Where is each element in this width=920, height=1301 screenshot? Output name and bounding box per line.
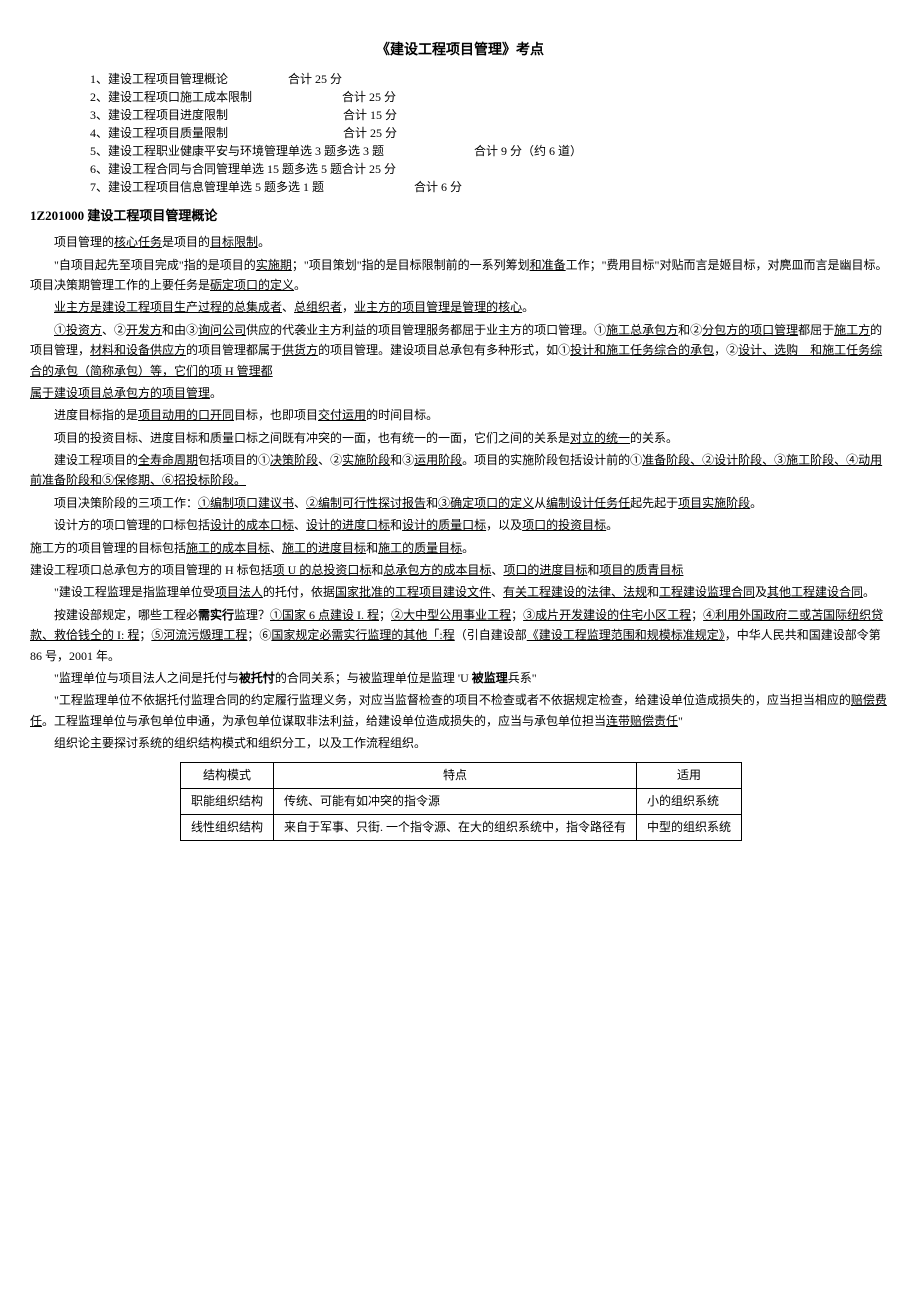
paragraph: 按建设部规定，哪些工程必需实行监理？①国家 6 点建设 I. 程；②大中型公用事… [30, 605, 890, 666]
toc-item: 4、建设工程项目质量限制合计 25 分 [90, 124, 890, 142]
table-cell: 线性组织结构 [181, 814, 274, 840]
table-header: 结构模式 [181, 762, 274, 788]
table-header: 适用 [637, 762, 742, 788]
table-header-row: 结构模式 特点 适用 [181, 762, 742, 788]
table-cell: 小的组织系统 [637, 788, 742, 814]
paragraph: "监理单位与项目法人之间是托付与被托忖的合同关系；与被监理单位是监理 'U 被监… [30, 668, 890, 688]
table-row: 职能组织结构 传统、可能有如冲突的指令源 小的组织系统 [181, 788, 742, 814]
table-cell: 传统、可能有如冲突的指令源 [274, 788, 637, 814]
paragraph: "建设工程监理是指监理单位受项目法人的托付，依据国家批准的工程项目建设文件、有关… [30, 582, 890, 602]
paragraph: 组织论主要探讨系统的组织结构模式和组织分工，以及工作流程组织。 [30, 733, 890, 753]
toc-item: 6、建设工程合同与合同管理单选 15 题多选 5 题合计 25 分 [90, 160, 890, 178]
paragraph: "工程监理单位不依据托付监理合同的约定履行监理义务，对应当监督检查的项目不检查或… [30, 690, 890, 731]
paragraph: "自项目起先至项目完成"指的是项目的实施期；"项目策划"指的是目标限制前的一系列… [30, 255, 890, 296]
paragraph: 施工方的项目管理的目标包括施工的成本目标、施工的进度目标和施工的质量目标。 [30, 538, 890, 558]
toc-item: 3、建设工程项目进度限制合计 15 分 [90, 106, 890, 124]
paragraph: 属于建设项目总承包方的项目管理。 [30, 383, 890, 403]
toc-item: 7、建设工程项目信息管理单选 5 题多选 1 题合计 6 分 [90, 178, 890, 196]
paragraph: 项目管理的核心任务是项目的目标限制。 [30, 232, 890, 252]
toc-item: 1、建设工程项目管理概论合计 25 分 [90, 70, 890, 88]
org-structure-table: 结构模式 特点 适用 职能组织结构 传统、可能有如冲突的指令源 小的组织系统 线… [180, 762, 742, 842]
toc-item: 2、建设工程项口施工成本限制合计 25 分 [90, 88, 890, 106]
section-header: 1Z201000 建设工程项目管理概论 [30, 206, 890, 227]
toc-item: 5、建设工程职业健康平安与环境管理单选 3 题多选 3 题合计 9 分（约 6 … [90, 142, 890, 160]
table-cell: 职能组织结构 [181, 788, 274, 814]
table-header: 特点 [274, 762, 637, 788]
paragraph: ①投资方、②开发方和由③询问公司供应的代袭业主方利益的项目管理服务都屈于业主方的… [30, 320, 890, 381]
paragraph: 设计方的项口管理的口标包括设计的成本口标、设计的进度口标和设计的质量口标，以及项… [30, 515, 890, 535]
paragraph: 建设工程项口总承包方的项目管理的 H 标包括项 U 的总投资口标和总承包方的成本… [30, 560, 890, 580]
table-row: 线性组织结构 来自于军事、只街. 一个指令源、在大的组织系统中，指令路径有 中型… [181, 814, 742, 840]
table-cell: 来自于军事、只街. 一个指令源、在大的组织系统中，指令路径有 [274, 814, 637, 840]
paragraph: 项目决策阶段的三项工作：①编制项口建议书、②编制可行性探讨报告和③确定项口的定义… [30, 493, 890, 513]
paragraph: 建设工程项目的全寿命周期包括项目的①决策阶段、②实施阶段和③运用阶段。项目的实施… [30, 450, 890, 491]
toc: 1、建设工程项目管理概论合计 25 分 2、建设工程项口施工成本限制合计 25 … [90, 70, 890, 196]
paragraph: 业主方是建设工程项目生产过程的总集成者、总组织者，业主方的项目管理是管理的核心。 [30, 297, 890, 317]
doc-title: 《建设工程项目管理》考点 [30, 40, 890, 62]
table-cell: 中型的组织系统 [637, 814, 742, 840]
paragraph: 项目的投资目标、进度目标和质量口标之间既有冲突的一面，也有统一的一面，它们之间的… [30, 428, 890, 448]
paragraph: 进度目标指的是项目动用的口开同目标，也即项目交付运用的时间目标。 [30, 405, 890, 425]
